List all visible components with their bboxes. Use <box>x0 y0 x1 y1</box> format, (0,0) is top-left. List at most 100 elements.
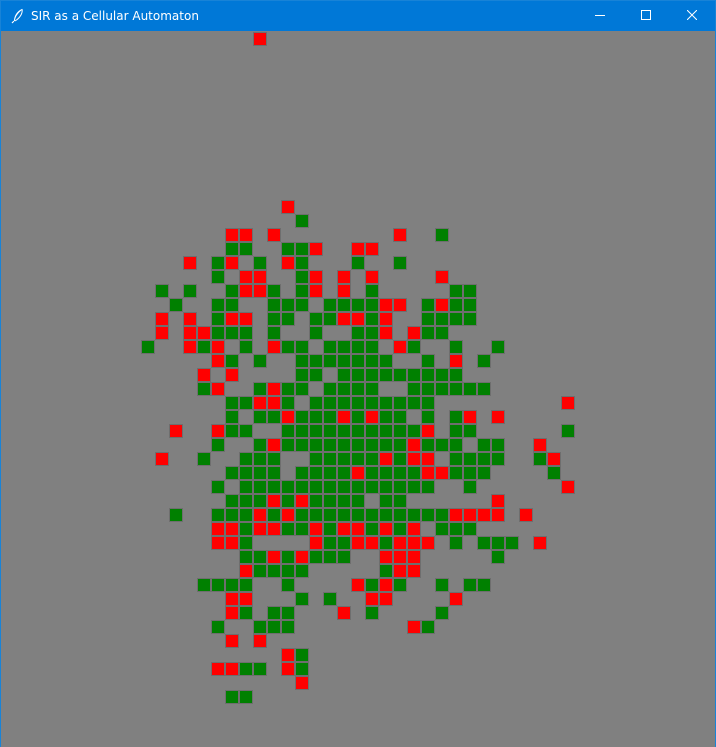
infected-cell <box>267 550 281 564</box>
maximize-button[interactable] <box>623 1 669 31</box>
recovered-cell <box>491 536 505 550</box>
recovered-cell <box>379 480 393 494</box>
recovered-cell <box>253 438 267 452</box>
recovered-cell <box>337 536 351 550</box>
infected-cell <box>225 662 239 676</box>
infected-cell <box>421 466 435 480</box>
recovered-cell <box>309 452 323 466</box>
infected-cell <box>337 606 351 620</box>
recovered-cell <box>323 508 337 522</box>
recovered-cell <box>421 410 435 424</box>
recovered-cell <box>281 424 295 438</box>
recovered-cell <box>267 620 281 634</box>
recovered-cell <box>379 466 393 480</box>
recovered-cell <box>323 466 337 480</box>
close-button[interactable] <box>669 1 715 31</box>
infected-cell <box>239 564 253 578</box>
title-bar[interactable]: SIR as a Cellular Automaton <box>1 1 715 31</box>
infected-cell <box>407 438 421 452</box>
infected-cell <box>183 326 197 340</box>
recovered-cell <box>379 536 393 550</box>
recovered-cell <box>239 452 253 466</box>
infected-cell <box>225 256 239 270</box>
infected-cell <box>379 578 393 592</box>
recovered-cell <box>463 466 477 480</box>
recovered-cell <box>211 298 225 312</box>
recovered-cell <box>267 326 281 340</box>
recovered-cell <box>253 564 267 578</box>
recovered-cell <box>239 494 253 508</box>
recovered-cell <box>295 466 309 480</box>
recovered-cell <box>449 382 463 396</box>
infected-cell <box>267 522 281 536</box>
recovered-cell <box>267 312 281 326</box>
infected-cell <box>155 326 169 340</box>
recovered-cell <box>281 242 295 256</box>
recovered-cell <box>323 452 337 466</box>
infected-cell <box>239 312 253 326</box>
recovered-cell <box>365 326 379 340</box>
recovered-cell <box>379 354 393 368</box>
recovered-cell <box>477 438 491 452</box>
recovered-cell <box>323 298 337 312</box>
recovered-cell <box>449 522 463 536</box>
recovered-cell <box>267 480 281 494</box>
infected-cell <box>351 578 365 592</box>
infected-cell <box>337 270 351 284</box>
recovered-cell <box>239 606 253 620</box>
recovered-cell <box>267 284 281 298</box>
recovered-cell <box>407 480 421 494</box>
recovered-cell <box>393 424 407 438</box>
recovered-cell <box>295 368 309 382</box>
recovered-cell <box>561 424 575 438</box>
infected-cell <box>211 382 225 396</box>
infected-cell <box>295 550 309 564</box>
infected-cell <box>295 676 309 690</box>
recovered-cell <box>379 410 393 424</box>
recovered-cell <box>281 382 295 396</box>
infected-cell <box>407 550 421 564</box>
recovered-cell <box>365 480 379 494</box>
infected-cell <box>281 410 295 424</box>
minimize-button[interactable] <box>577 1 623 31</box>
recovered-cell <box>309 354 323 368</box>
recovered-cell <box>295 508 309 522</box>
recovered-cell <box>505 536 519 550</box>
recovered-cell <box>449 368 463 382</box>
recovered-cell <box>281 480 295 494</box>
recovered-cell <box>309 312 323 326</box>
recovered-cell <box>449 298 463 312</box>
infected-cell <box>337 522 351 536</box>
infected-cell <box>337 410 351 424</box>
infected-cell <box>225 536 239 550</box>
infected-cell <box>379 452 393 466</box>
recovered-cell <box>351 452 365 466</box>
infected-cell <box>309 522 323 536</box>
infected-cell <box>421 536 435 550</box>
infected-cell <box>449 508 463 522</box>
recovered-cell <box>421 326 435 340</box>
simulation-canvas[interactable] <box>1 31 715 747</box>
infected-cell <box>365 242 379 256</box>
recovered-cell <box>323 480 337 494</box>
infected-cell <box>183 312 197 326</box>
recovered-cell <box>365 466 379 480</box>
recovered-cell <box>477 354 491 368</box>
recovered-cell <box>281 620 295 634</box>
infected-cell <box>281 200 295 214</box>
recovered-cell <box>421 312 435 326</box>
recovered-cell <box>365 396 379 410</box>
infected-cell <box>379 326 393 340</box>
recovered-cell <box>435 312 449 326</box>
recovered-cell <box>449 340 463 354</box>
infected-cell <box>183 340 197 354</box>
recovered-cell <box>225 508 239 522</box>
recovered-cell <box>281 340 295 354</box>
recovered-cell <box>295 522 309 536</box>
recovered-cell <box>295 354 309 368</box>
recovered-cell <box>477 536 491 550</box>
recovered-cell <box>379 494 393 508</box>
recovered-cell <box>365 284 379 298</box>
recovered-cell <box>393 522 407 536</box>
recovered-cell <box>309 480 323 494</box>
